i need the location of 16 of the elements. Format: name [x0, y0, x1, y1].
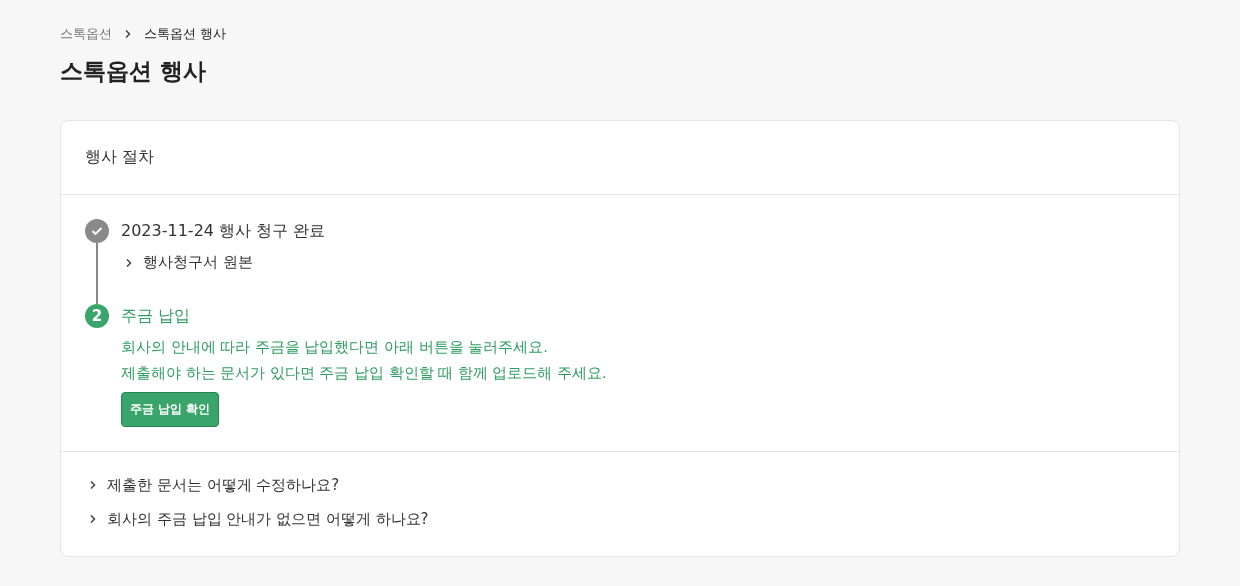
step-number: 2: [85, 304, 109, 328]
document-link[interactable]: 행사청구서 원본: [143, 253, 253, 272]
chevron-right-icon: [89, 514, 97, 524]
chevron-right-icon: [124, 29, 132, 39]
chevron-right-icon: [125, 257, 133, 268]
chevron-right-icon: [89, 480, 97, 490]
step-title: 2023-11-24 행사 청구 완료: [121, 220, 327, 242]
step-title: 주금 납입: [121, 305, 192, 327]
faq-question[interactable]: 제출한 문서는 어떻게 수정하나요?: [107, 475, 340, 495]
faq-question[interactable]: 회사의 주금 납입 안내가 없으면 어떻게 하나요?: [107, 509, 429, 529]
step-description: 회사의 안내에 따라 주금을 납입했다면 아래 버튼을 눌러주세요.: [121, 338, 549, 357]
breadcrumb-item: 스톡옵션 행사: [144, 25, 227, 43]
step-description: 제출해야 하는 문서가 있다면 주금 납입 확인할 때 함께 업로드해 주세요.: [121, 364, 608, 383]
breadcrumb-item[interactable]: 스톡옵션: [60, 25, 112, 43]
card-title: 행사 절차: [61, 121, 1179, 195]
page-title: 스톡옵션 행사: [60, 57, 207, 86]
